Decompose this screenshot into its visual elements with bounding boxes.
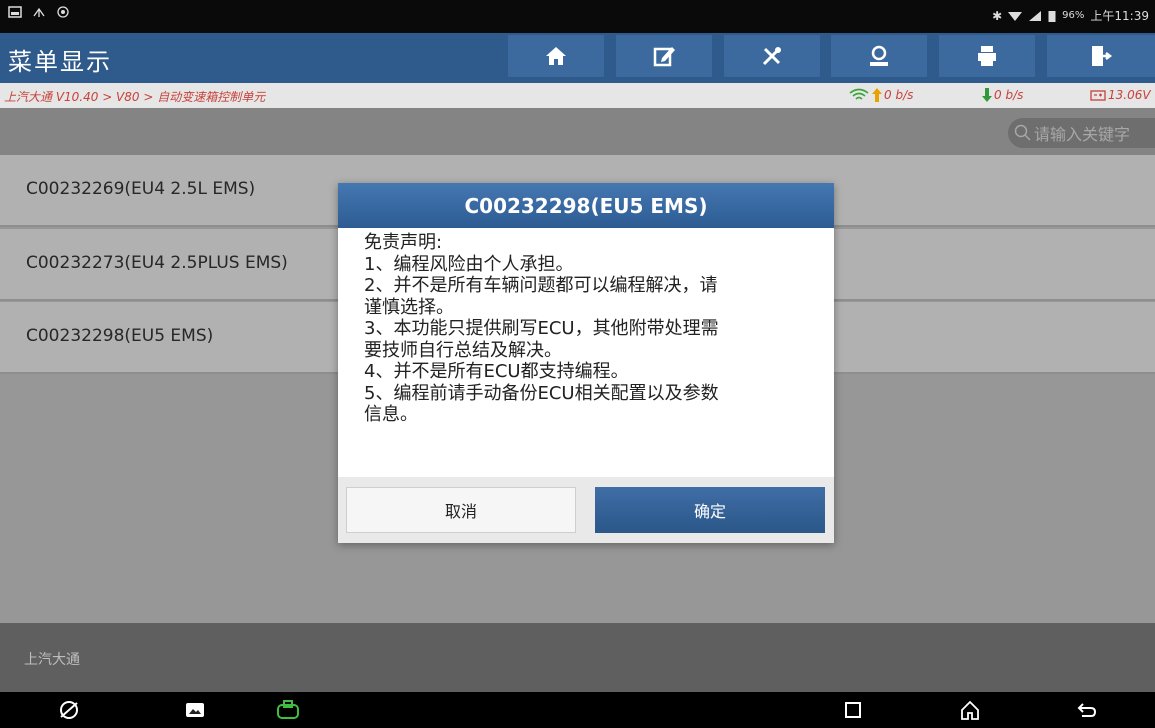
- status-bar: ✱ 96% 上午11:39: [0, 0, 1155, 33]
- dialog-footer: 取消 确定: [338, 477, 834, 543]
- system-nav-bar: [0, 692, 1155, 728]
- notification-icon: [8, 6, 22, 18]
- cancel-button[interactable]: 取消: [346, 487, 576, 533]
- dialog-body: 免责声明: 1、编程风险由个人承担。 2、并不是所有车辆问题都可以编程解决，请 …: [338, 228, 834, 478]
- exit-icon: [1092, 46, 1113, 66]
- exit-button[interactable]: [1047, 35, 1155, 77]
- dialog-line: 3、本功能只提供刷写ECU，其他附带处理需: [364, 318, 719, 339]
- vci-icon: [277, 700, 299, 719]
- edit-button[interactable]: [616, 35, 712, 77]
- dialog-line: 1、编程风险由个人承担。: [364, 253, 574, 275]
- recents-icon: [845, 702, 861, 718]
- upload-rate-value: 0 b/s: [884, 88, 914, 102]
- wifi-signal-icon: [849, 88, 869, 100]
- voltage: 13.06V: [1090, 88, 1151, 102]
- dialog-line: 免责声明:: [364, 232, 443, 253]
- disclaimer-dialog: C00232298(EU5 EMS) 免责声明: 1、编程风险由个人承担。 2、…: [338, 183, 834, 543]
- dialog-line: 2、并不是所有车辆问题都可以编程解决，请: [364, 275, 718, 296]
- breadcrumb-bar: 上汽大通 V10.40 > V80 > 自动变速箱控制单元 0 b/s 0 b/…: [0, 83, 1155, 108]
- user-button[interactable]: [831, 35, 927, 77]
- page-title: 菜单显示: [8, 48, 112, 76]
- recents-button[interactable]: [840, 698, 866, 722]
- app-header: 菜单显示: [0, 33, 1155, 83]
- gallery-button[interactable]: [182, 698, 208, 722]
- browser-button[interactable]: [56, 698, 82, 722]
- user-icon: [870, 45, 888, 66]
- voltage-value: 13.06V: [1108, 88, 1151, 102]
- print-button[interactable]: [939, 35, 1035, 77]
- dialog-line: 要技师自行总结及解决。: [364, 339, 562, 361]
- breadcrumb: 上汽大通 V10.40 > V80 > 自动变速箱控制单元: [4, 90, 266, 104]
- settings-icon: [57, 6, 69, 18]
- usb-icon: [33, 7, 45, 17]
- dialog-line: 谨慎选择。: [364, 296, 454, 318]
- download-rate: 0 b/s: [982, 88, 1023, 102]
- battery-icon: [1048, 10, 1056, 22]
- confirm-button[interactable]: 确定: [595, 487, 825, 533]
- dialog-title: C00232298(EU5 EMS): [338, 183, 834, 228]
- home-icon: [546, 47, 566, 65]
- home-icon: [961, 700, 979, 720]
- home-button[interactable]: [508, 35, 604, 77]
- upload-arrow-icon: [872, 88, 882, 102]
- battery-voltage-icon: [1090, 90, 1106, 101]
- wifi-icon: [1008, 11, 1023, 21]
- tools-icon: [762, 47, 781, 66]
- dialog-line: 信息。: [364, 404, 418, 425]
- download-arrow-icon: [982, 88, 992, 102]
- browser-icon: [60, 701, 78, 719]
- signal-icon: [1029, 10, 1042, 21]
- back-button[interactable]: [1074, 698, 1100, 722]
- gallery-icon: [186, 703, 204, 717]
- clock: 上午11:39: [1090, 9, 1149, 23]
- vci-button[interactable]: [275, 698, 301, 722]
- download-rate-value: 0 b/s: [994, 88, 1024, 102]
- battery-percent: 96%: [1062, 10, 1085, 21]
- bluetooth-icon: ✱: [992, 8, 1003, 23]
- dialog-line: 5、编程前请手动备份ECU相关配置以及参数: [364, 382, 719, 404]
- dialog-line: 4、并不是所有ECU都支持编程。: [364, 361, 629, 382]
- nav-home-button[interactable]: [957, 698, 983, 722]
- back-icon: [1077, 703, 1097, 717]
- tools-button[interactable]: [724, 35, 820, 77]
- upload-rate: 0 b/s: [848, 88, 913, 102]
- print-icon: [978, 46, 996, 66]
- edit-icon: [653, 47, 675, 67]
